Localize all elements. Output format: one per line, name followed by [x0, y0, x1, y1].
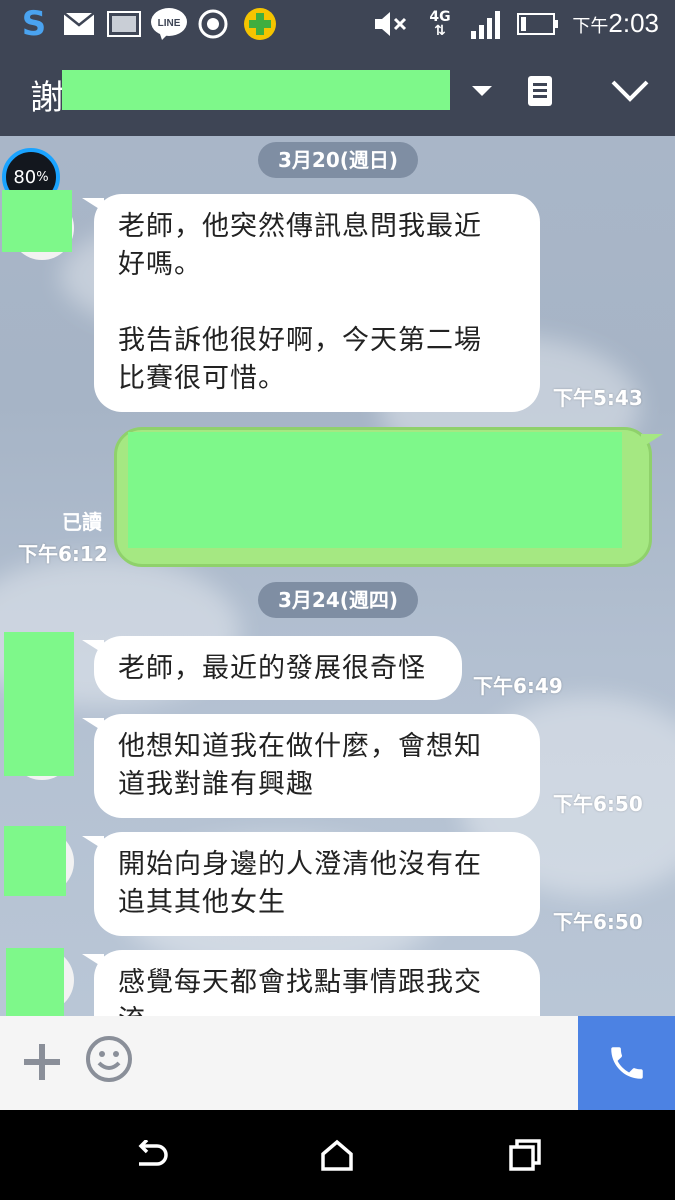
date-separator: 3月20(週日) — [258, 142, 419, 178]
phone-icon[interactable] — [578, 1016, 675, 1110]
chat-area[interactable]: 80% 3月20(週日) 老師，他突然傳訊息問我最近 好嗎。 我告訴他很好啊，今… — [0, 136, 675, 1016]
clock: 下午2:03 — [572, 8, 659, 38]
avatar-mask — [4, 826, 66, 896]
mail-icon — [62, 6, 96, 42]
message-time: 下午6:12 — [18, 542, 108, 566]
date-separator: 3月24(週四) — [258, 582, 419, 618]
message-bubble[interactable]: 他想知道我在做什麼，會想知 道我對誰有興趣 — [82, 714, 540, 818]
plus-app-icon — [242, 6, 278, 42]
redacted-name-mask — [62, 70, 450, 110]
input-bar — [0, 1016, 675, 1110]
message-bubble[interactable]: 開始向身邊的人澄清他沒有在 追其其他女生 — [82, 832, 540, 936]
chat-header: 謝 — [0, 48, 675, 136]
network-type: 4G ⇅ — [429, 9, 451, 39]
chevron-down-icon[interactable] — [462, 66, 502, 116]
message-bubble[interactable]: 老師，他突然傳訊息問我最近 好嗎。 我告訴他很好啊，今天第二場 比賽很可惜。 — [82, 194, 540, 412]
chat-title[interactable]: 謝 — [30, 70, 64, 119]
message-time: 下午5:43 — [553, 386, 643, 410]
svg-text:LINE: LINE — [158, 18, 181, 29]
mute-icon — [370, 6, 410, 42]
notes-icon[interactable] — [520, 66, 560, 116]
avatar-mask — [2, 190, 72, 252]
avatar-mask — [4, 632, 74, 776]
s-app-icon: S — [21, 4, 47, 44]
battery-icon — [516, 6, 560, 42]
avatar-mask — [6, 948, 64, 1016]
redacted-message-mask — [128, 432, 622, 548]
recent-apps-icon[interactable] — [502, 1132, 548, 1178]
emoji-icon[interactable] — [84, 1034, 134, 1084]
message-time: 下午6:49 — [473, 674, 563, 698]
plus-icon[interactable] — [18, 1038, 66, 1086]
read-receipt: 已讀 — [62, 510, 102, 534]
target-icon — [196, 6, 230, 42]
message-time: 下午6:50 — [553, 792, 643, 816]
gallery-icon — [106, 6, 142, 42]
message-bubble[interactable]: 老師，最近的發展很奇怪 — [82, 636, 462, 700]
collapse-icon[interactable] — [600, 66, 660, 116]
signal-icon — [466, 6, 506, 42]
line-icon: LINE — [150, 6, 188, 42]
status-bar: S LINE 4G ⇅ 下午2:03 — [0, 0, 675, 48]
home-icon[interactable] — [314, 1132, 360, 1178]
navigation-bar — [0, 1110, 675, 1200]
back-icon[interactable] — [128, 1132, 174, 1178]
message-bubble[interactable]: 感覺每天都會找點事情跟我交 流 — [82, 950, 540, 1016]
message-time: 下午6:50 — [553, 910, 643, 934]
